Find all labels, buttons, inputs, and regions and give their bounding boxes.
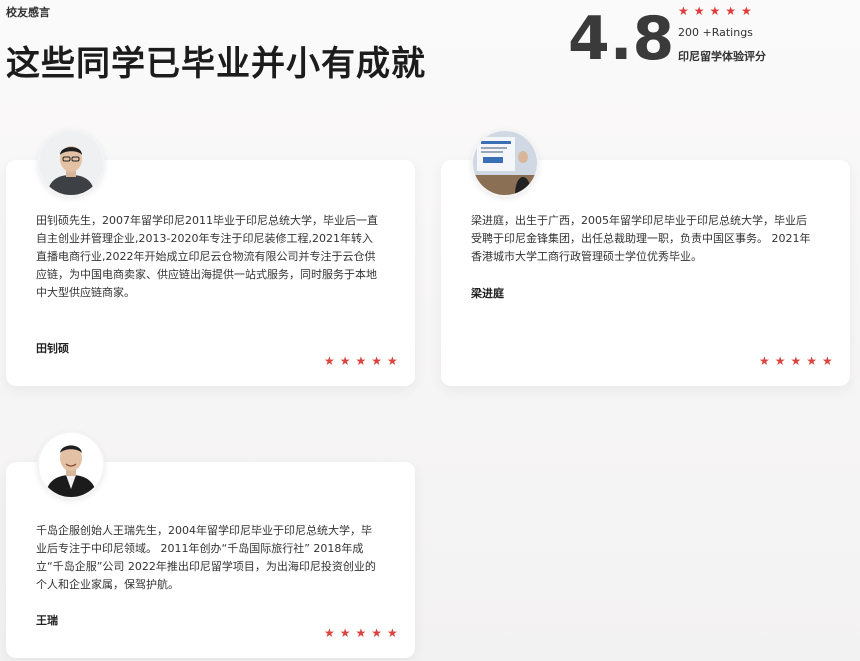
testimonial-name: 田钊硕 [36, 342, 69, 355]
section-title: 这些同学已毕业并小有成就 [6, 44, 426, 84]
rating-count: 200 +Ratings [678, 26, 753, 39]
testimonial-bio: 梁进庭，出生于广西，2005年留学印尼毕业于印尼总统大学，毕业后受聘于印尼金锋集… [471, 214, 811, 263]
avatar [37, 431, 105, 499]
testimonial-stars-icon: ★★★★★ [759, 354, 838, 368]
testimonial-name: 王瑞 [36, 614, 58, 627]
rating-meta: ★★★★★ 200 +Ratings 印尼留学体验评分 [678, 4, 766, 64]
rating-score: 4.8 [568, 4, 675, 74]
testimonial-stars-icon: ★★★★★ [324, 626, 403, 640]
testimonial-bio: 田钊硕先生，2007年留学印尼2011毕业于印尼总统大学，毕业后一直自主创业并管… [36, 214, 378, 299]
testimonial-name: 梁进庭 [471, 287, 504, 300]
avatar-photo-icon [473, 131, 537, 195]
rating-caption: 印尼留学体验评分 [678, 50, 766, 63]
rating-stars-icon: ★★★★★ [678, 4, 757, 18]
avatar-photo-icon [39, 131, 103, 195]
testimonial-bio: 千岛企服创始人王瑞先生，2004年留学印尼毕业于印尼总统大学，毕业后专注于中印尼… [36, 524, 376, 591]
avatar [471, 129, 539, 197]
avatar [37, 129, 105, 197]
section-eyebrow: 校友感言 [6, 6, 50, 19]
avatar-photo-icon [39, 433, 103, 497]
testimonial-stars-icon: ★★★★★ [324, 354, 403, 368]
